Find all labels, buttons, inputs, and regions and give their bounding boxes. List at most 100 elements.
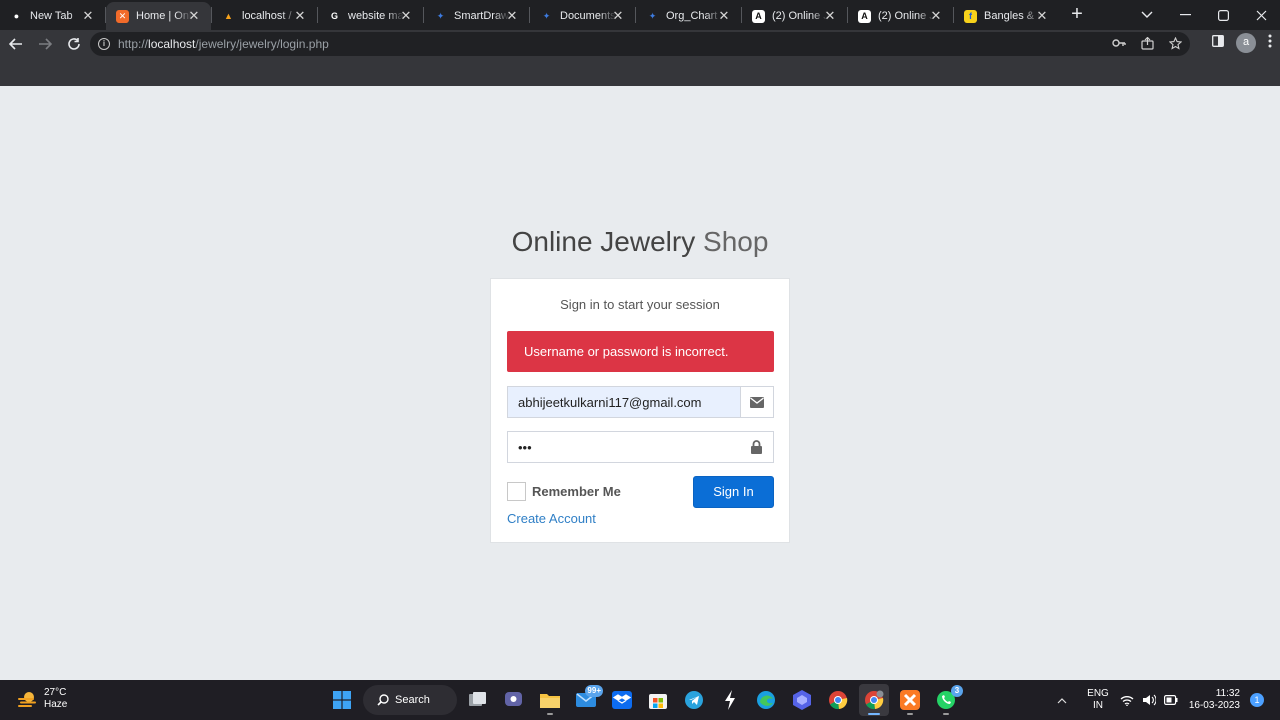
file-explorer-icon[interactable]: [535, 684, 565, 716]
input-language[interactable]: ENG IN: [1082, 688, 1114, 712]
browser-tab[interactable]: ✦ SmartDraw ✕: [424, 2, 529, 30]
tab-close-icon[interactable]: ✕: [187, 9, 201, 23]
microsoft-store-icon[interactable]: [643, 684, 673, 716]
tab-title: (2) Online J: [878, 10, 934, 22]
browser-tab[interactable]: ✦ Org_Chart - ✕: [636, 2, 741, 30]
window-controls: [1128, 0, 1280, 30]
sign-in-button[interactable]: Sign In: [693, 476, 774, 508]
login-box-message: Sign in to start your session: [560, 297, 720, 312]
password-input[interactable]: [508, 432, 740, 462]
tab-title: localhost /: [242, 10, 292, 22]
search-icon: [377, 694, 389, 706]
site-info-icon[interactable]: i: [98, 38, 110, 50]
tab-close-icon[interactable]: ✕: [505, 9, 519, 23]
remember-me: Remember Me: [507, 482, 621, 501]
whatsapp-badge: 3: [951, 685, 963, 697]
share-icon[interactable]: [1140, 36, 1154, 50]
browser-tab[interactable]: A (2) Online J ✕: [742, 2, 847, 30]
taskbar-search[interactable]: Search: [363, 685, 457, 715]
password-field-group: [507, 431, 774, 463]
lock-icon: [740, 432, 773, 462]
tab-title: Org_Chart -: [666, 10, 722, 22]
browser-tab[interactable]: ● New Tab ✕: [0, 2, 105, 30]
search-label: Search: [395, 694, 430, 706]
clock-date: 16-03-2023: [1188, 700, 1240, 711]
smartdraw-icon: ✦: [648, 10, 657, 21]
mail-icon[interactable]: 99+: [571, 684, 603, 716]
app-cube-icon[interactable]: [787, 684, 817, 716]
temperature-text: 27°C: [44, 687, 67, 698]
haze-sun-icon: [16, 691, 38, 707]
login-box: Sign in to start your session Username o…: [490, 278, 790, 543]
remember-me-checkbox[interactable]: [507, 482, 526, 501]
edge-icon[interactable]: [751, 684, 781, 716]
tab-close-icon[interactable]: ✕: [81, 9, 95, 23]
tab-close-icon[interactable]: ✕: [399, 9, 413, 23]
side-panel-icon[interactable]: [1212, 34, 1224, 52]
notification-count-badge[interactable]: 1: [1250, 693, 1264, 707]
back-arrow-icon[interactable]: [3, 31, 29, 57]
forward-arrow-icon[interactable]: [32, 31, 58, 57]
site-logo: Online Jewelry Shop: [0, 226, 1280, 258]
tab-close-icon[interactable]: ✕: [611, 9, 625, 23]
lang-code: ENG: [1087, 688, 1109, 699]
browser-tab[interactable]: f Bangles & E ✕: [954, 2, 1059, 30]
tab-title: Documents: [560, 10, 616, 22]
logo-secondary-text: Shop: [695, 226, 769, 257]
browser-tab[interactable]: ▲ localhost / ✕: [212, 2, 317, 30]
show-hidden-icons-chevron-icon[interactable]: [1048, 693, 1076, 707]
smartdraw-icon: ✦: [436, 10, 445, 21]
wifi-icon[interactable]: [1120, 693, 1134, 707]
key-icon[interactable]: [1112, 36, 1126, 50]
telegram-icon[interactable]: [679, 684, 709, 716]
teams-chat-icon[interactable]: [499, 684, 529, 716]
bookmark-star-icon[interactable]: [1168, 36, 1182, 50]
browser-tab[interactable]: ✕ Home | Onl ✕: [106, 2, 211, 30]
chrome-icon[interactable]: [823, 684, 853, 716]
taskbar-apps: Search 99+ 3: [327, 684, 963, 716]
logo-main-text: Online Jewelry: [511, 226, 696, 257]
whatsapp-icon[interactable]: 3: [931, 684, 963, 716]
mail-badge: 99+: [585, 685, 603, 697]
maximize-button[interactable]: [1204, 0, 1242, 30]
reload-icon[interactable]: [61, 31, 87, 57]
windows-start-icon[interactable]: [327, 684, 357, 716]
tab-close-icon[interactable]: ✕: [717, 9, 731, 23]
tab-title: Home | Onl: [136, 10, 192, 22]
profile-avatar[interactable]: a: [1236, 33, 1256, 53]
error-alert: Username or password is incorrect.: [507, 331, 774, 372]
xampp-icon: ✕: [116, 9, 129, 23]
a-icon: A: [752, 9, 765, 23]
flipkart-icon: f: [964, 9, 977, 23]
tab-title: Bangles & E: [984, 10, 1040, 22]
close-window-button[interactable]: [1242, 0, 1280, 30]
browser-tab[interactable]: A (2) Online J ✕: [848, 2, 953, 30]
tab-close-icon[interactable]: ✕: [293, 9, 307, 23]
tab-close-icon[interactable]: ✕: [823, 9, 837, 23]
dropbox-icon[interactable]: [607, 684, 637, 716]
battery-icon[interactable]: [1164, 693, 1178, 707]
minimize-button[interactable]: [1166, 0, 1204, 30]
tab-title: SmartDraw: [454, 10, 510, 22]
browser-tab[interactable]: ✦ Documents ✕: [530, 2, 635, 30]
lightning-app-icon[interactable]: [715, 684, 745, 716]
tab-close-icon[interactable]: ✕: [929, 9, 943, 23]
email-input[interactable]: [508, 387, 740, 417]
browser-tab[interactable]: Gwebsite ma ✕: [318, 2, 423, 30]
address-bar[interactable]: i http://localhost/jewelry/jewelry/login…: [90, 32, 1190, 56]
volume-icon[interactable]: [1142, 693, 1156, 707]
create-account-link[interactable]: Create Account: [507, 511, 596, 526]
task-view-icon[interactable]: [463, 684, 493, 716]
weather-widget[interactable]: 27°C Haze: [16, 687, 67, 711]
phpmyadmin-icon: ▲: [224, 11, 233, 21]
system-clock[interactable]: 11:32 16-03-2023: [1188, 688, 1240, 712]
tab-search-chevron-icon[interactable]: [1128, 0, 1166, 30]
tab-close-icon[interactable]: ✕: [1035, 9, 1049, 23]
tab-title: website ma: [348, 10, 404, 22]
xampp-icon[interactable]: [895, 684, 925, 716]
system-tray: ENG IN 11:32 16-03-2023 1: [1048, 680, 1280, 720]
tab-title: (2) Online J: [772, 10, 828, 22]
more-menu-icon[interactable]: [1268, 34, 1272, 53]
new-tab-button[interactable]: +: [1063, 1, 1091, 29]
chrome-profile-icon[interactable]: [859, 684, 889, 716]
